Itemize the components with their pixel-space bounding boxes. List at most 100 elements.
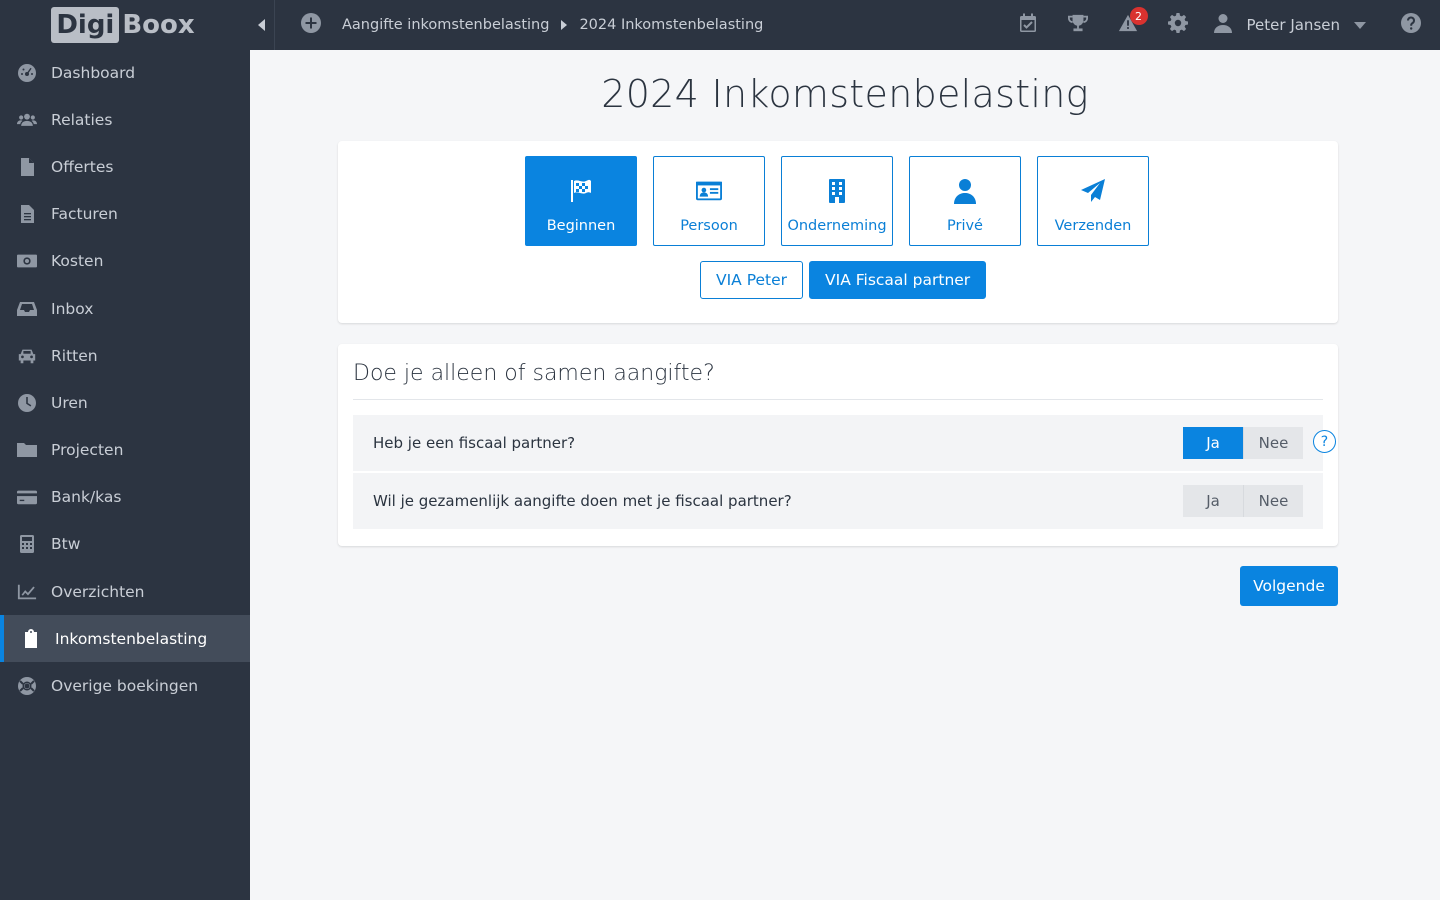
paper-plane-icon	[1080, 176, 1106, 206]
via-toggle: VIA Peter VIA Fiscaal partner	[700, 261, 987, 299]
clipboard-icon	[19, 628, 43, 649]
sidebar-item-facturen[interactable]: Facturen	[0, 191, 250, 238]
divider	[353, 399, 1323, 400]
file-icon	[15, 157, 39, 177]
no-button[interactable]: Nee	[1243, 485, 1303, 517]
gear-icon	[1167, 13, 1188, 37]
sidebar-item-label: Uren	[51, 393, 88, 412]
sidebar-item-btw[interactable]: Btw	[0, 521, 250, 568]
sidebar-item-uren[interactable]: Uren	[0, 379, 250, 426]
clock-icon	[15, 393, 39, 413]
yes-button[interactable]: Ja	[1183, 427, 1243, 459]
chart-line-icon	[15, 582, 39, 602]
notification-badge: 2	[1129, 7, 1148, 25]
breadcrumb-item-aangifte[interactable]: Aangifte inkomstenbelasting	[342, 17, 549, 33]
step-prive[interactable]: Privé	[909, 156, 1021, 246]
via-peter-button[interactable]: VIA Peter	[700, 261, 804, 299]
calendar-button[interactable]	[1003, 0, 1053, 50]
topbar-actions: 2 Peter Jansen	[1003, 0, 1440, 50]
sidebar-item-label: Overzichten	[51, 582, 145, 601]
sidebar-item-relaties[interactable]: Relaties	[0, 96, 250, 143]
sidebar-item-overzichten[interactable]: Overzichten	[0, 568, 250, 615]
calendar-check-icon	[1018, 13, 1038, 37]
notifications-button[interactable]: 2	[1103, 0, 1153, 50]
sidebar-item-label: Overige boekingen	[51, 677, 199, 696]
yes-no-toggle: Ja Nee	[1183, 427, 1303, 459]
sidebar-item-label: Inkomstenbelasting	[55, 629, 208, 648]
logo-boox: Boox	[122, 10, 195, 40]
no-button[interactable]: Nee	[1243, 427, 1303, 459]
user-name: Peter Jansen	[1246, 16, 1340, 34]
sidebar-item-ritten[interactable]: Ritten	[0, 332, 250, 379]
life-ring-icon	[15, 676, 39, 696]
sidebar-item-label: Relaties	[51, 110, 113, 129]
sidebar-item-label: Offertes	[51, 157, 114, 176]
step-label: Privé	[947, 218, 983, 234]
sidebar-item-dashboard[interactable]: Dashboard	[0, 49, 250, 96]
topbar: Aangifte inkomstenbelasting 2024 Inkomst…	[250, 0, 1440, 50]
caret-down-icon	[1340, 16, 1366, 34]
step-beginnen[interactable]: Beginnen	[525, 156, 637, 246]
sidebar-item-bank-kas[interactable]: Bank/kas	[0, 474, 250, 521]
sidebar-item-inkomstenbelasting[interactable]: Inkomstenbelasting	[0, 615, 250, 663]
caret-left-icon	[257, 16, 267, 35]
help-button[interactable]	[1386, 0, 1436, 50]
credit-card-icon	[15, 487, 39, 507]
calculator-icon	[15, 534, 39, 554]
sidebar-item-label: Facturen	[51, 205, 118, 224]
yes-no-toggle: Ja Nee	[1183, 485, 1303, 517]
settings-button[interactable]	[1153, 0, 1203, 50]
sidebar-item-overige-boekingen[interactable]: Overige boekingen	[0, 662, 250, 709]
question-circle-icon	[1401, 13, 1421, 37]
question-card: Doe je alleen of samen aangifte? Heb je …	[338, 344, 1338, 546]
building-icon	[824, 176, 850, 206]
sidebar-item-projecten[interactable]: Projecten	[0, 427, 250, 474]
car-icon	[15, 346, 39, 366]
sidebar-item-label: Ritten	[51, 346, 98, 365]
trophy-icon	[1067, 13, 1088, 37]
sidebar-item-kosten[interactable]: Kosten	[0, 238, 250, 285]
step-persoon[interactable]: Persoon	[653, 156, 765, 246]
page-title: 2024 Inkomstenbelasting	[601, 72, 1089, 116]
step-verzenden[interactable]: Verzenden	[1037, 156, 1149, 246]
logo-digi: Digi	[51, 7, 120, 43]
sidebar-item-label: Bank/kas	[51, 488, 122, 507]
sidebar-collapse-button[interactable]	[250, 0, 275, 50]
main-content: 2024 Inkomstenbelasting Beginnen Persoon…	[250, 50, 1440, 900]
id-card-icon	[696, 176, 722, 206]
sidebar-item-label: Projecten	[51, 441, 124, 460]
user-icon	[1213, 13, 1233, 37]
trophy-button[interactable]	[1053, 0, 1103, 50]
sidebar-item-inbox[interactable]: Inbox	[0, 285, 250, 332]
question-label: Heb je een fiscaal partner?	[373, 434, 576, 452]
logo[interactable]: Digi Boox	[51, 6, 195, 44]
invoice-icon	[15, 204, 39, 224]
step-label: Verzenden	[1054, 218, 1132, 234]
dashboard-icon	[15, 63, 39, 83]
logo-area: Digi Boox	[0, 0, 250, 50]
help-question-icon[interactable]: ?	[1313, 430, 1336, 453]
breadcrumb: Aangifte inkomstenbelasting 2024 Inkomst…	[342, 17, 763, 33]
sidebar-item-label: Kosten	[51, 252, 104, 271]
question-card-title: Doe je alleen of samen aangifte?	[353, 361, 715, 386]
inbox-icon	[15, 299, 39, 319]
users-icon	[15, 110, 39, 130]
add-button[interactable]	[300, 13, 322, 36]
checkered-flag-icon	[568, 176, 594, 206]
question-row-fiscaal-partner: Heb je een fiscaal partner? Ja Nee ?	[353, 415, 1336, 471]
question-label: Wil je gezamenlijk aangifte doen met je …	[373, 492, 792, 510]
step-onderneming[interactable]: Onderneming	[781, 156, 893, 246]
sidebar-nav: Dashboard Relaties Offertes Facturen Kos…	[0, 49, 250, 710]
step-label: Beginnen	[546, 218, 616, 234]
yes-button[interactable]: Ja	[1183, 485, 1243, 517]
sidebar-item-offertes[interactable]: Offertes	[0, 143, 250, 190]
caret-right-icon	[561, 20, 568, 30]
steps-card: Beginnen Persoon Onderneming Privé Verze…	[338, 141, 1338, 323]
sidebar-item-label: Inbox	[51, 299, 94, 318]
via-fiscaal-partner-button[interactable]: VIA Fiscaal partner	[809, 261, 987, 299]
next-button[interactable]: Volgende	[1240, 566, 1338, 606]
step-label: Persoon	[680, 218, 738, 234]
user-icon	[952, 176, 978, 206]
user-menu[interactable]: Peter Jansen	[1213, 13, 1366, 37]
step-label: Onderneming	[787, 218, 887, 234]
